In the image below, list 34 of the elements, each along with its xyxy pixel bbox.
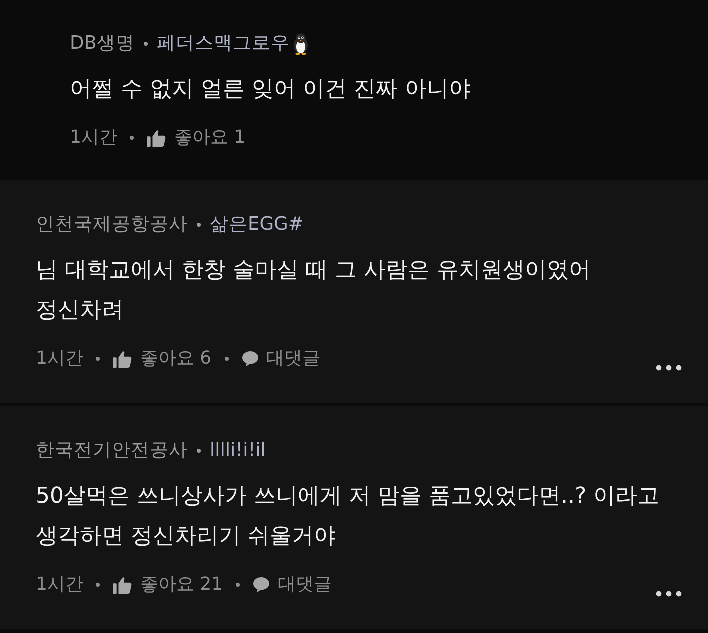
like-button[interactable]: 좋아요 1	[147, 126, 246, 150]
timestamp: 1시간	[70, 126, 118, 150]
more-options-button[interactable]	[656, 365, 682, 371]
nickname: 삶은EGG#	[210, 213, 304, 237]
separator-dot-icon	[96, 583, 100, 587]
separator-dot-icon	[96, 357, 100, 361]
separator-dot-icon	[236, 583, 240, 587]
separator-dot-icon	[224, 357, 229, 361]
comment-text: 님 대학교에서 한창 술마실 때 그 사람은 유치원생이였어 정신차려	[36, 257, 592, 325]
comment-text: 50살먹은 쓰니상사가 쓰니에게 저 맘을 품고있었다면..? 이라고 생각하면 정신차리기 쉬울거야	[36, 483, 661, 551]
separator-dot-icon	[130, 136, 134, 140]
nickname: lllli!i!il	[210, 439, 266, 463]
thumbs-up-icon	[113, 576, 132, 594]
more-options-button[interactable]	[656, 591, 682, 597]
more-icon	[656, 365, 682, 371]
timestamp: 1시간	[36, 347, 84, 371]
separator-dot-icon	[197, 223, 201, 227]
author-name: DB생명	[70, 32, 135, 56]
reply-button[interactable]: 대댓글	[253, 573, 332, 597]
author-name: 인천국제공항공사	[36, 213, 188, 237]
separator-dot-icon	[197, 449, 201, 453]
thumbs-up-icon	[147, 130, 166, 146]
like-button[interactable]: 좋아요 6	[113, 347, 212, 371]
thumbs-up-icon	[113, 350, 132, 368]
reply-button[interactable]: 대댓글	[242, 347, 321, 371]
comment-text: 어쩔 수 없지 얼른 잊어 이건 진짜 아니야	[70, 76, 472, 104]
more-icon	[656, 591, 682, 597]
nickname: 페더스맥그로우	[156, 32, 290, 56]
author-name: 한국전기안전공사	[36, 439, 188, 463]
speech-bubble-icon	[242, 351, 259, 367]
like-button[interactable]: 좋아요 21	[113, 573, 224, 597]
speech-bubble-icon	[253, 577, 270, 593]
separator-dot-icon	[144, 42, 148, 46]
timestamp: 1시간	[36, 573, 84, 597]
